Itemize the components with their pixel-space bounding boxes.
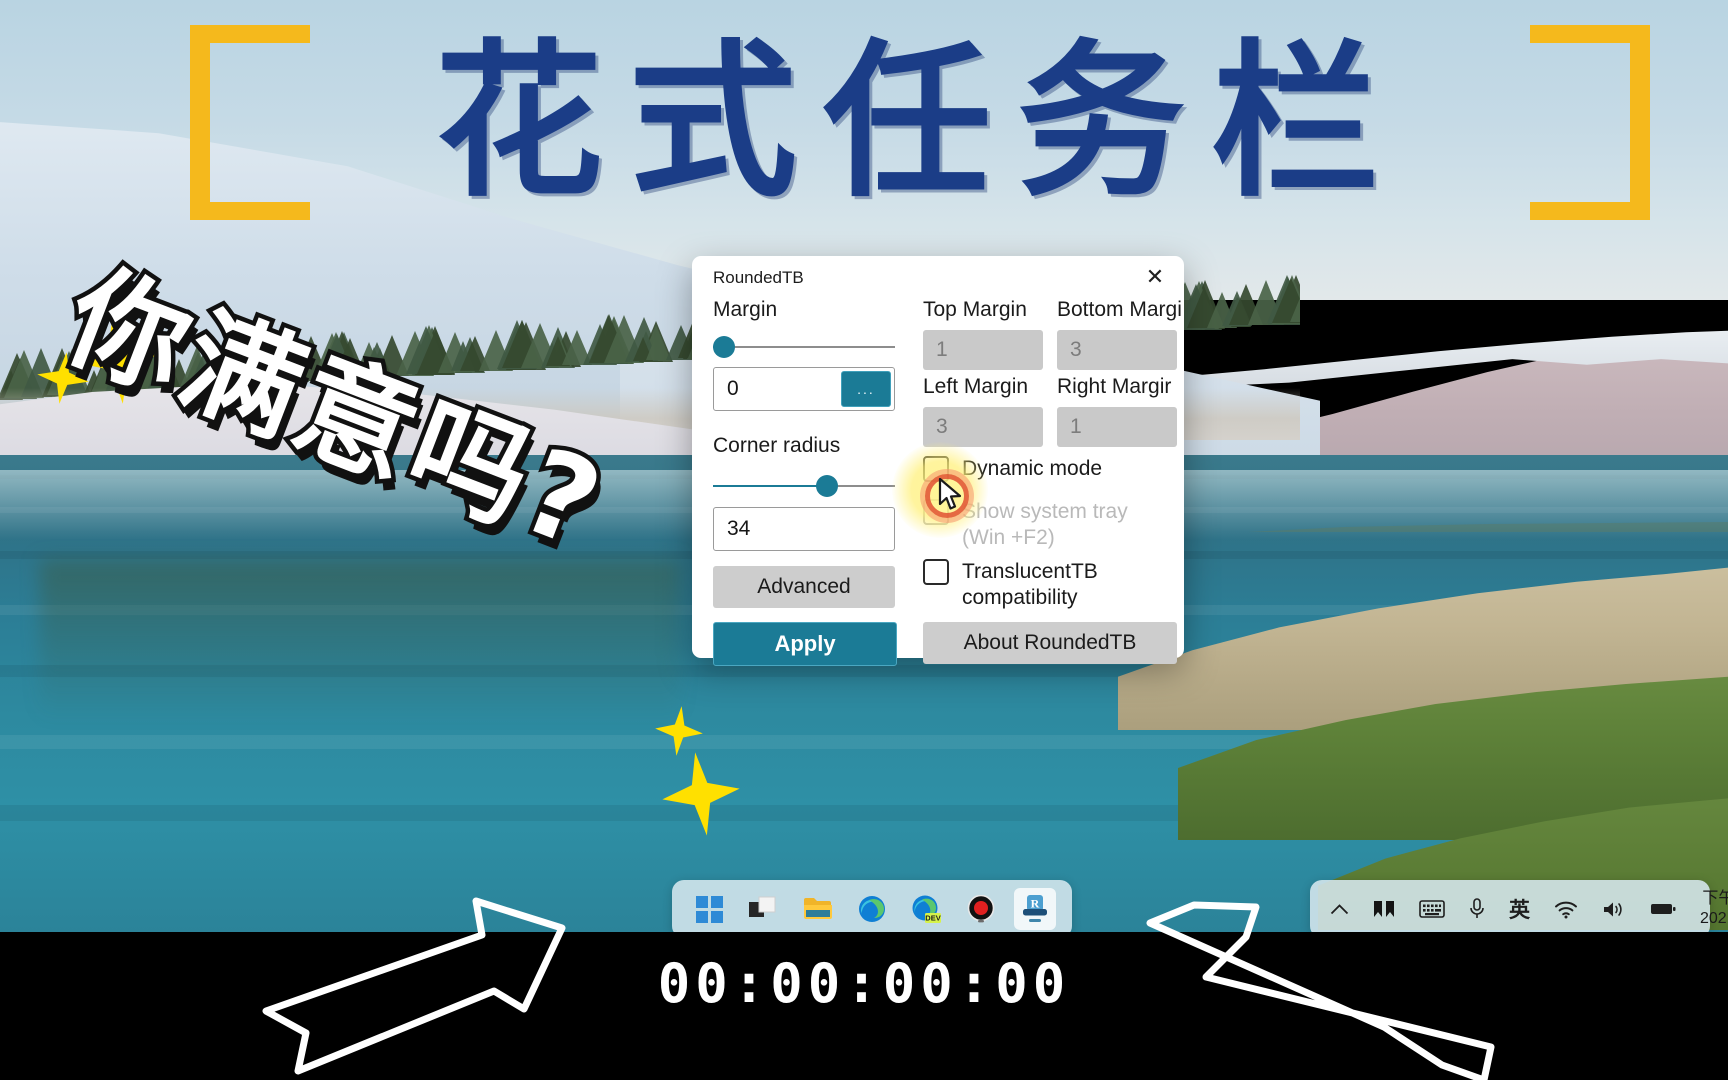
right-margin-value: 1: [1070, 415, 1082, 438]
file-explorer-icon[interactable]: [797, 888, 839, 930]
translucenttb-compat-label: TranslucentTB compatibility: [962, 560, 1098, 609]
show-system-tray-checkbox[interactable]: [923, 499, 949, 525]
annotation-arrow-right: [1146, 895, 1496, 1080]
margin-label: Margin: [713, 298, 778, 321]
show-system-tray-checkbox-row[interactable]: Show system tray (Win +F2): [923, 499, 1173, 551]
volume-icon[interactable]: [1602, 900, 1626, 919]
wifi-icon[interactable]: [1554, 900, 1578, 919]
margin-more-options-button[interactable]: ...: [841, 371, 891, 407]
top-margin-input[interactable]: 1: [923, 330, 1043, 370]
margin-input-value: 0: [727, 377, 739, 400]
dynamic-mode-label: Dynamic mode: [962, 457, 1103, 480]
corner-radius-slider-fill: [713, 485, 825, 487]
svg-text:DEV: DEV: [926, 914, 941, 923]
left-margin-value: 3: [936, 415, 948, 438]
roundedtb-icon[interactable]: R: [1013, 888, 1056, 930]
margin-slider[interactable]: [713, 336, 895, 358]
annotation-arrow-left: [262, 885, 602, 1080]
page-title: 花式任务栏: [435, 24, 1405, 220]
dynamic-mode-checkbox-row[interactable]: Dynamic mode: [923, 456, 1173, 482]
clock-date: 2021/11/10: [1700, 910, 1728, 927]
apply-button[interactable]: Apply: [713, 622, 897, 666]
dynamic-mode-checkbox[interactable]: [923, 456, 949, 482]
start-button[interactable]: [688, 888, 730, 930]
corner-radius-input-value: 34: [727, 517, 751, 540]
advanced-button[interactable]: Advanced: [713, 566, 895, 608]
corner-radius-slider-thumb[interactable]: [816, 475, 838, 497]
battery-icon[interactable]: [1650, 902, 1676, 916]
top-margin-label: Top Margin: [923, 298, 1027, 321]
taskbar-clock[interactable]: 下午 02:51 2021/11/10: [1700, 889, 1728, 929]
microsoft-edge-icon[interactable]: [851, 888, 893, 930]
translucenttb-compat-checkbox[interactable]: [923, 559, 949, 585]
show-system-tray-label: Show system tray (Win +F2): [962, 500, 1128, 549]
margin-slider-thumb[interactable]: [713, 336, 735, 358]
about-roundedtb-button[interactable]: About RoundedTB: [923, 622, 1177, 664]
corner-radius-label: Corner radius: [713, 434, 841, 457]
svg-text:R: R: [1030, 897, 1039, 911]
margin-input[interactable]: 0 ...: [713, 367, 895, 411]
close-icon[interactable]: ✕: [1140, 264, 1170, 290]
left-margin-label: Left Margin: [923, 375, 1029, 398]
title-bracket-frame: 花式任务栏: [190, 25, 1650, 220]
left-margin-input[interactable]: 3: [923, 407, 1043, 447]
tree: [1289, 281, 1300, 323]
bottom-margin-input[interactable]: 3: [1057, 330, 1177, 370]
right-margin-label: Right Margir: [1057, 375, 1172, 398]
top-margin-value: 1: [936, 338, 948, 361]
bottom-margin-label: Bottom Margi: [1057, 298, 1182, 321]
right-margin-input[interactable]: 1: [1057, 407, 1177, 447]
margin-slider-track: [713, 346, 895, 348]
roundedtb-window: RoundedTB ✕ Margin 0 ... Corner radius 3…: [692, 256, 1184, 666]
lake-reflection: [40, 560, 680, 720]
bottom-margin-value: 3: [1070, 338, 1082, 361]
edge-dev-icon[interactable]: DEV: [905, 888, 947, 930]
task-view-button[interactable]: [742, 888, 784, 930]
screenshot-root: 花式任务栏 你满意吗? RoundedTB ✕ Margin 0 ... Cor…: [0, 0, 1728, 1080]
translucenttb-compat-checkbox-row[interactable]: TranslucentTB compatibility: [923, 559, 1173, 611]
corner-radius-input[interactable]: 34: [713, 507, 895, 551]
clock-time: 下午 02:51: [1702, 890, 1728, 907]
taskbar-app-group: DEV R: [672, 880, 1072, 938]
recorder-icon[interactable]: [960, 888, 1002, 930]
window-title: RoundedTB: [713, 268, 804, 287]
ime-language-icon[interactable]: 英: [1509, 894, 1530, 924]
corner-radius-slider[interactable]: [713, 475, 895, 497]
